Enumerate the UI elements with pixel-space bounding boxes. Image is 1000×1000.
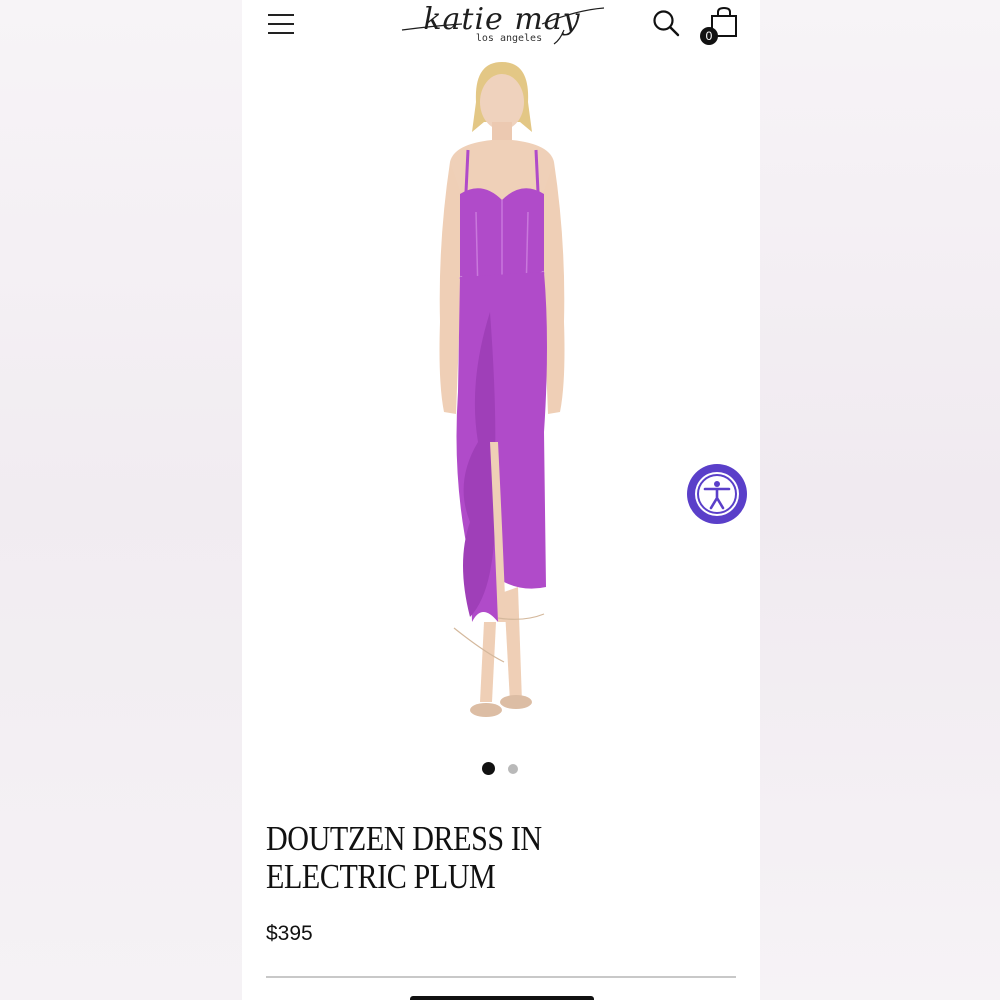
brand-logo[interactable]: katie may los angeles — [392, 0, 612, 50]
image-pagination — [482, 762, 522, 776]
product-image[interactable] — [394, 62, 610, 732]
logo-text: katie may — [423, 2, 581, 37]
product-title: DOUTZEN DRESS IN ELECTRIC PLUM — [266, 819, 542, 896]
logo-subtext: los angeles — [475, 33, 543, 44]
accessibility-person-icon[interactable] — [687, 464, 747, 524]
site-header: katie may los angeles 0 — [242, 0, 760, 56]
product-price: $395 — [266, 922, 313, 945]
hamburger-menu-icon[interactable] — [268, 12, 294, 36]
divider — [266, 976, 736, 978]
mobile-page: katie may los angeles 0 DOUTZEN DRESS IN… — [242, 0, 760, 1000]
background-right — [760, 0, 1000, 1000]
background-left — [0, 0, 242, 1000]
shopping-bag-icon[interactable]: 0 — [700, 6, 740, 46]
search-icon[interactable] — [652, 9, 680, 37]
pagination-dot[interactable] — [508, 764, 518, 774]
pagination-dot-active[interactable] — [482, 762, 495, 775]
partially-visible-button[interactable] — [410, 996, 594, 1000]
cart-count-badge: 0 — [700, 27, 718, 45]
